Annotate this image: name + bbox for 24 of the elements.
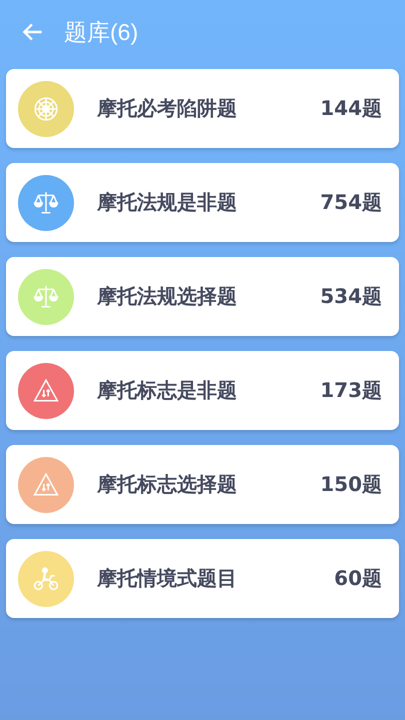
page-title: 题库(6)	[64, 18, 138, 47]
category-name: 摩托标志选择题	[97, 471, 238, 498]
category-card[interactable]: 摩托法规是非题 754题	[6, 163, 399, 242]
category-card[interactable]: 摩托标志选择题 150题	[6, 445, 399, 524]
category-name: 摩托法规是非题	[97, 189, 238, 216]
scales-icon	[34, 190, 58, 213]
category-card[interactable]: 摩托法规选择题 534题	[6, 257, 399, 336]
warning-sign-icon	[33, 472, 59, 495]
warning-sign-icon	[33, 378, 59, 401]
scales-icon	[34, 284, 58, 307]
question-count: 144题	[320, 95, 382, 122]
category-name: 摩托必考陷阱题	[97, 95, 238, 122]
question-count: 150题	[320, 471, 382, 498]
category-card[interactable]: 摩托必考陷阱题 144题	[6, 69, 399, 148]
question-count: 173题	[320, 377, 382, 404]
question-count: 754题	[320, 189, 382, 216]
category-name: 摩托情境式题目	[97, 565, 238, 592]
category-card[interactable]: 摩托情境式题目 60题	[6, 539, 399, 618]
question-count: 534题	[320, 283, 382, 310]
question-count: 60题	[334, 565, 382, 592]
category-card[interactable]: 摩托标志是非题 173题	[6, 351, 399, 430]
category-name: 摩托法规选择题	[97, 283, 238, 310]
spider-web-icon	[34, 96, 58, 120]
category-name: 摩托标志是非题	[97, 377, 238, 404]
